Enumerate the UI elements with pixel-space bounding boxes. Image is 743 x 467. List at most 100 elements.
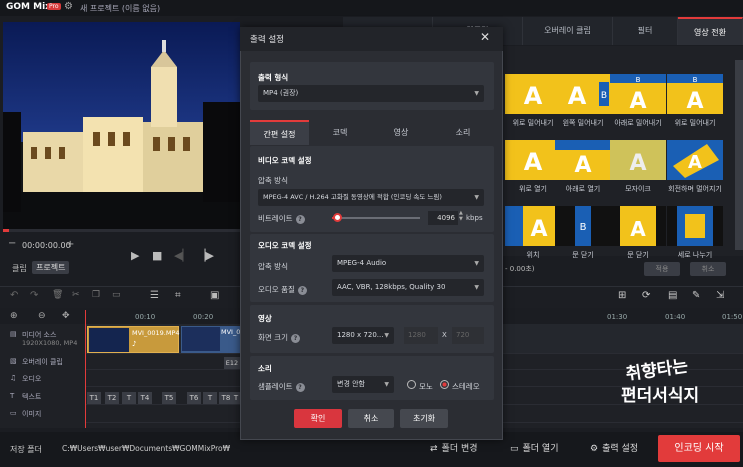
playhead[interactable] bbox=[85, 310, 86, 428]
paste-icon[interactable]: ▭ bbox=[112, 290, 121, 300]
clip-mode-label[interactable]: 클립 bbox=[12, 263, 27, 274]
stereo-radio[interactable] bbox=[440, 380, 449, 389]
media-clip-2[interactable]: MVI_00 bbox=[181, 326, 245, 353]
output-format-select[interactable]: MP4 (권장) ▼ bbox=[258, 85, 484, 102]
image-icon[interactable]: ▣ bbox=[210, 290, 219, 301]
play-icon[interactable]: ▶ bbox=[131, 249, 139, 262]
help-icon[interactable]: ? bbox=[295, 383, 305, 392]
help-icon[interactable]: ? bbox=[290, 334, 300, 343]
help-icon[interactable]: ? bbox=[295, 215, 305, 224]
transition-thumb-12[interactable] bbox=[667, 206, 723, 246]
help-icon[interactable]: ? bbox=[297, 286, 307, 295]
track-label-audio: 오디오 bbox=[22, 375, 42, 383]
bitrate-stepper[interactable]: ▲ ▼ bbox=[459, 210, 463, 222]
audio-quality-select[interactable]: AAC, VBR, 128kbps, Quality 30 ▼ bbox=[332, 279, 484, 296]
video-codec-header: 비디오 코덱 설정 bbox=[258, 156, 312, 165]
reset-button[interactable]: 초기화 bbox=[400, 409, 448, 428]
audio-track-icon: ♫ bbox=[10, 374, 17, 382]
zoom-out-timeline-icon[interactable]: ⊖ bbox=[38, 311, 46, 321]
change-folder-button[interactable]: ⇄ 폴더 변경 bbox=[430, 438, 478, 460]
save-icon[interactable]: ▤ bbox=[668, 290, 677, 301]
svg-text:A: A bbox=[524, 148, 543, 176]
text-chip[interactable]: T2 bbox=[105, 392, 119, 404]
track-label-overlay: 오버레이 클립 bbox=[22, 358, 63, 366]
transition-thumb-4[interactable]: BA bbox=[667, 74, 723, 114]
transition-thumb-2[interactable]: AB bbox=[555, 74, 611, 114]
tab-codec[interactable]: 코덱 bbox=[310, 120, 370, 145]
gear-icon[interactable]: ⚙ bbox=[64, 1, 73, 12]
next-frame-icon[interactable]: ▕▶ bbox=[197, 249, 214, 262]
cancel-transition-button[interactable]: 취소 bbox=[690, 262, 726, 276]
transition-thumb-8[interactable]: A bbox=[667, 140, 723, 180]
prev-frame-icon[interactable]: ◀▏ bbox=[174, 249, 191, 262]
video-compression-select[interactable]: MPEG-4 AVC / H.264 고화질 동영상에 적합 (인코딩 속도 느… bbox=[258, 189, 484, 206]
overlay-track-icon: ▧ bbox=[10, 357, 17, 365]
open-folder-label: 폴더 열기 bbox=[522, 444, 559, 454]
output-settings-button[interactable]: ⚙ 출력 설정 bbox=[590, 438, 638, 460]
project-mode-tag[interactable]: 프로젝트 bbox=[32, 261, 70, 274]
rotate-icon[interactable]: ⟳ bbox=[642, 290, 650, 301]
svg-text:A: A bbox=[574, 153, 591, 178]
text-chip[interactable]: T bbox=[122, 392, 136, 404]
sample-rate-select[interactable]: 변경 안함 ▼ bbox=[332, 376, 394, 393]
text-chip[interactable]: T bbox=[232, 392, 240, 404]
redo-icon[interactable]: ↷ bbox=[30, 290, 38, 301]
tab-overlay-clip[interactable]: 오버레이 클립 bbox=[523, 17, 613, 45]
encode-start-button[interactable]: 인코딩 시작 bbox=[658, 435, 740, 462]
size-separator: X bbox=[442, 331, 447, 339]
scrollbar[interactable] bbox=[735, 60, 743, 250]
transition-thumb-10[interactable]: B bbox=[555, 206, 611, 246]
delete-icon[interactable]: 🗑 bbox=[52, 290, 63, 300]
add-clip-icon[interactable]: ⊞ bbox=[618, 290, 626, 301]
cut-icon[interactable]: ✂ bbox=[72, 290, 80, 300]
tab-filter[interactable]: 필터 bbox=[613, 17, 678, 45]
text-chip[interactable]: T bbox=[203, 392, 217, 404]
undo-icon[interactable]: ↶ bbox=[10, 290, 18, 301]
bitrate-input[interactable]: 4096 bbox=[428, 211, 458, 225]
cancel-button[interactable]: 취소 bbox=[348, 409, 394, 428]
media-clip-1[interactable]: MVI_0019.MP4 ♪ bbox=[87, 326, 180, 353]
copy-icon[interactable]: ❐ bbox=[92, 290, 100, 300]
audio-compression-value: MPEG-4 Audio bbox=[337, 259, 387, 267]
confirm-button[interactable]: 확인 bbox=[294, 409, 342, 428]
apply-button[interactable]: 적용 bbox=[644, 262, 680, 276]
transition-thumb-5[interactable]: A bbox=[505, 140, 561, 180]
transition-thumb-7[interactable]: A bbox=[610, 140, 666, 180]
bitrate-slider[interactable] bbox=[332, 217, 420, 219]
seek-bar[interactable] bbox=[3, 229, 240, 232]
screen-size-select[interactable]: 1280 x 720... ▼ bbox=[332, 327, 394, 344]
overlay-chip[interactable]: E12 bbox=[224, 357, 240, 369]
stop-icon[interactable]: ■ bbox=[152, 249, 162, 262]
width-input[interactable]: 1280 bbox=[404, 327, 438, 344]
zoom-in-timeline-icon[interactable]: ⊕ bbox=[10, 311, 18, 321]
close-icon[interactable]: ✕ bbox=[480, 30, 490, 44]
transition-thumb-6[interactable]: A bbox=[555, 140, 611, 180]
audio-compression-select[interactable]: MPEG-4 Audio ▼ bbox=[332, 255, 484, 272]
text-chip[interactable]: T8 bbox=[219, 392, 233, 404]
tab-video[interactable]: 영상 bbox=[371, 120, 431, 145]
text-chip[interactable]: T6 bbox=[187, 392, 201, 404]
transition-thumb-9[interactable]: A bbox=[505, 206, 561, 246]
text-chip[interactable]: T4 bbox=[138, 392, 152, 404]
text-chip[interactable]: T1 bbox=[87, 392, 101, 404]
tab-easy-settings[interactable]: 간편 설정 bbox=[250, 120, 309, 145]
edit-icon[interactable]: ✎ bbox=[692, 290, 700, 301]
transition-thumb-11[interactable]: A bbox=[610, 206, 666, 246]
height-input[interactable]: 720 bbox=[452, 327, 484, 344]
export-icon[interactable]: ⇲ bbox=[716, 290, 724, 301]
transition-label-8: 회전하며 멀어지기 bbox=[668, 185, 722, 193]
mono-radio[interactable] bbox=[407, 380, 416, 389]
zoom-in-button[interactable]: + bbox=[66, 239, 74, 250]
tab-audio[interactable]: 소리 bbox=[432, 120, 494, 145]
zoom-out-button[interactable]: − bbox=[8, 239, 18, 249]
settings-sliders-icon[interactable]: ☰ bbox=[150, 290, 159, 301]
text-chip[interactable]: T5 bbox=[162, 392, 176, 404]
output-settings-label: 출력 설정 bbox=[602, 444, 639, 454]
tab-transition[interactable]: 영상 전환 bbox=[678, 17, 743, 45]
fit-icon[interactable]: ✥ bbox=[62, 311, 70, 321]
open-folder-button[interactable]: ▭ 폴더 열기 bbox=[510, 438, 559, 460]
transition-thumb-3[interactable]: BA bbox=[610, 74, 666, 114]
crop-icon[interactable]: ⌗ bbox=[175, 290, 181, 301]
transition-thumb-1[interactable]: A bbox=[505, 74, 561, 114]
sample-rate-label: 샘플레이트? bbox=[258, 381, 305, 392]
